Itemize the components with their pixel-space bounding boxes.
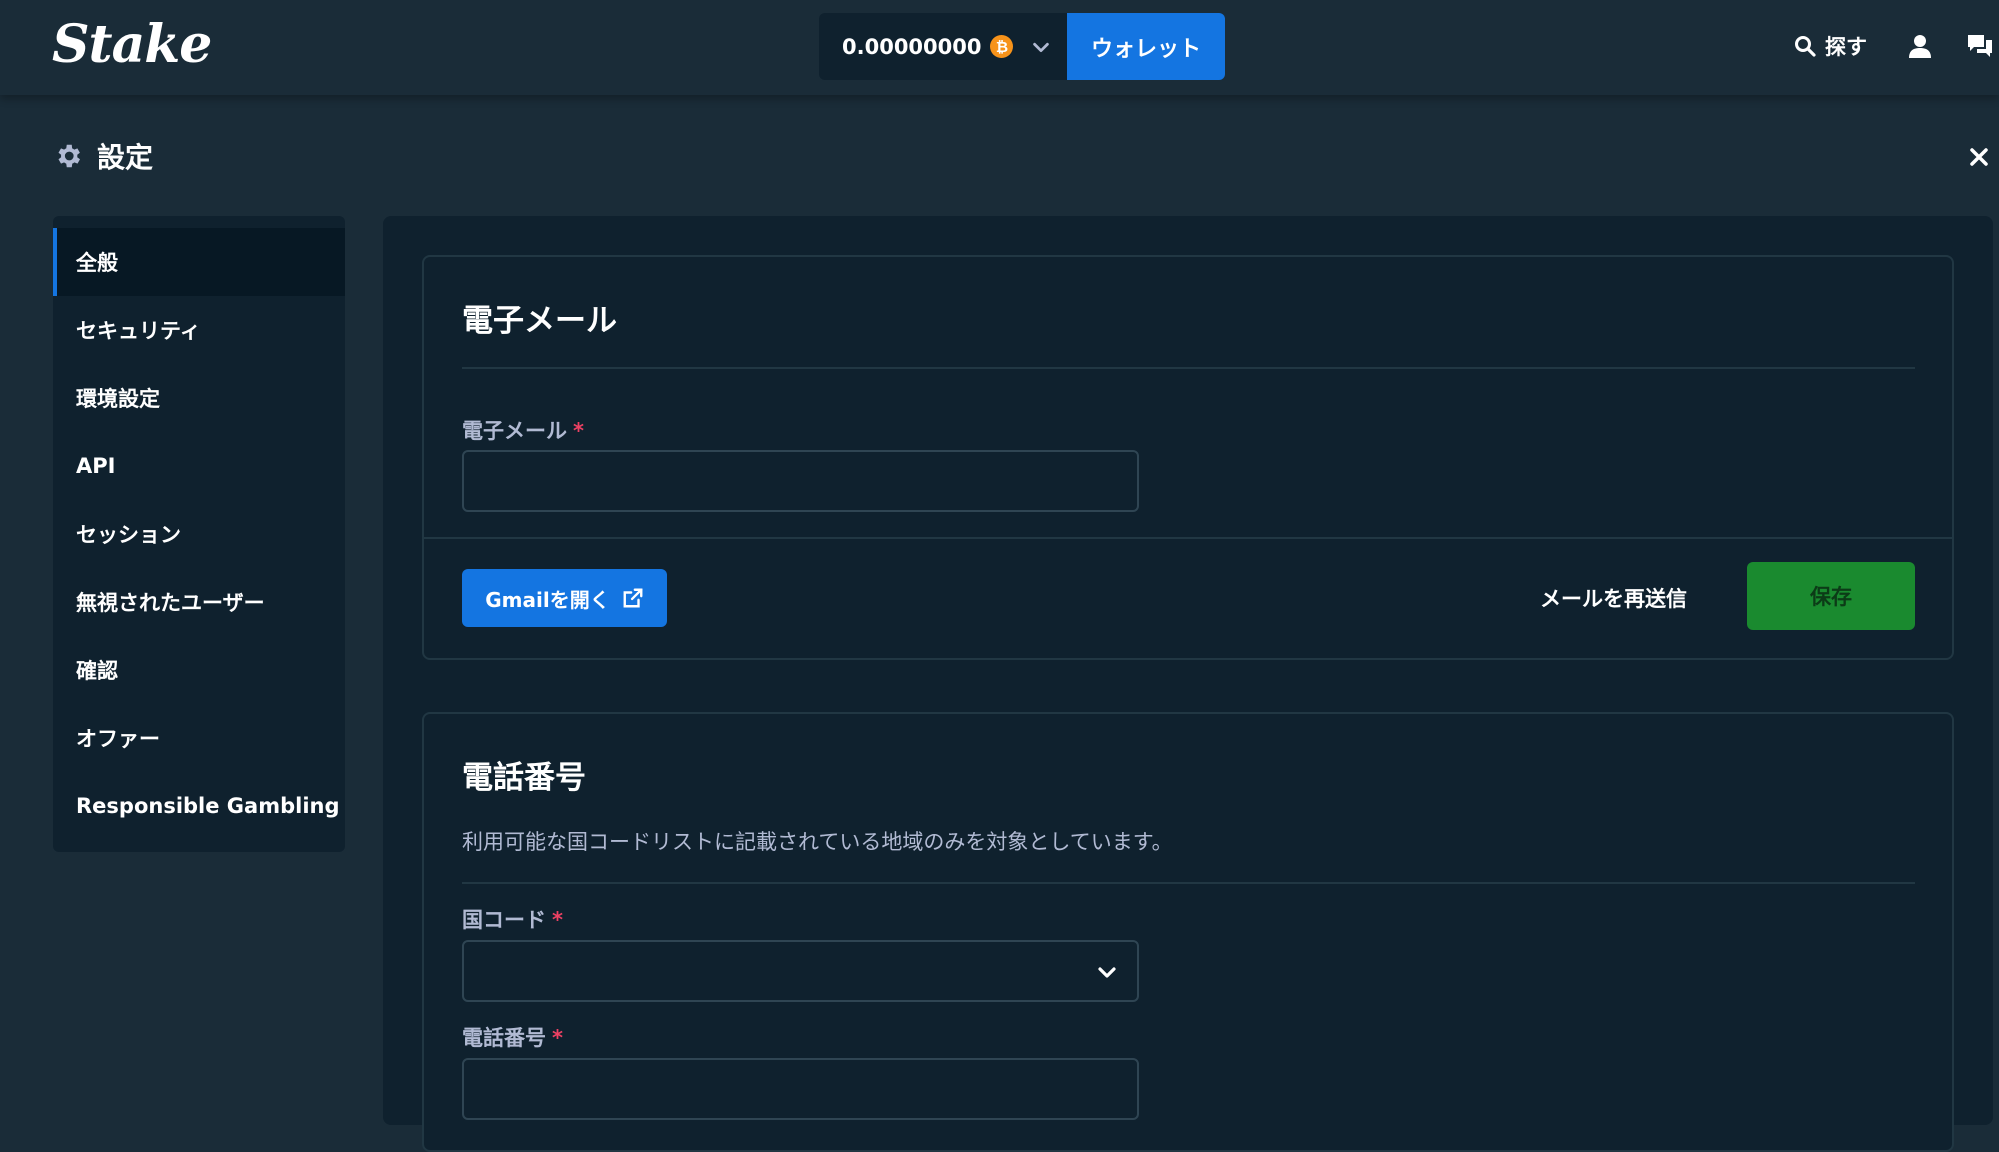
bitcoin-icon: ₿ — [990, 35, 1014, 58]
divider — [424, 537, 1952, 539]
close-icon[interactable] — [1966, 144, 1992, 170]
resend-email-button[interactable]: メールを再送信 — [1540, 579, 1687, 617]
open-gmail-label: Gmailを開く — [485, 587, 610, 612]
search-button[interactable]: 探す — [1793, 28, 1867, 64]
sidebar-item-api[interactable]: API — [53, 432, 345, 500]
email-field-label: 電子メール * — [462, 415, 584, 445]
email-card: 電子メール 電子メール * Gmailを開く メールを再送信 保存 — [422, 255, 1954, 660]
settings-sidebar: 全般 セキュリティ 環境設定 API セッション 無視されたユーザー 確認 オフ… — [53, 216, 345, 852]
sidebar-item-preferences[interactable]: 環境設定 — [53, 364, 345, 432]
settings-content-panel: 電子メール 電子メール * Gmailを開く メールを再送信 保存 電話番号 利用… — [383, 216, 1993, 1152]
divider — [462, 882, 1915, 884]
sidebar-item-general[interactable]: 全般 — [53, 228, 345, 296]
stake-logo[interactable]: Stake — [52, 14, 212, 75]
required-mark: * — [552, 908, 563, 932]
balance-amount: 0.00000000 — [842, 34, 982, 59]
wallet-button[interactable]: ウォレット — [1067, 13, 1225, 80]
save-button[interactable]: 保存 — [1747, 562, 1915, 630]
email-label-text: 電子メール — [462, 419, 567, 443]
chevron-down-icon — [1033, 42, 1050, 52]
email-input[interactable] — [462, 450, 1139, 512]
search-label: 探す — [1825, 35, 1867, 59]
divider — [462, 367, 1915, 369]
phone-number-input[interactable] — [462, 1058, 1139, 1120]
sidebar-item-security[interactable]: セキュリティ — [53, 296, 345, 364]
email-section-title: 電子メール — [462, 303, 617, 339]
settings-header: 設定 — [53, 135, 153, 177]
phone-section-title: 電話番号 — [462, 760, 586, 796]
required-mark: * — [573, 419, 584, 443]
chat-icon[interactable] — [1966, 32, 1994, 60]
sidebar-item-offers[interactable]: オファー — [53, 704, 345, 772]
balance-selector[interactable]: 0.00000000 ₿ — [819, 13, 1067, 80]
external-link-icon — [623, 588, 643, 608]
required-mark: * — [552, 1026, 563, 1050]
phone-number-label: 電話番号 * — [462, 1022, 563, 1052]
gear-icon — [58, 144, 80, 168]
phone-description: 利用可能な国コードリストに記載されている地域のみを対象としています。 — [462, 830, 1173, 854]
sidebar-item-responsible-gambling[interactable]: Responsible Gambling — [53, 772, 345, 840]
chevron-down-icon — [1098, 967, 1116, 978]
country-code-select[interactable] — [462, 940, 1139, 1002]
page-title: 設定 — [97, 141, 154, 174]
top-navigation-bar: Stake 0.00000000 ₿ ウォレット 探す — [0, 0, 1999, 95]
user-icon[interactable] — [1906, 32, 1934, 60]
open-gmail-button[interactable]: Gmailを開く — [462, 569, 667, 627]
phone-label-text: 電話番号 — [462, 1026, 546, 1050]
phone-card: 電話番号 利用可能な国コードリストに記載されている地域のみを対象としています。 … — [422, 712, 1954, 1152]
sidebar-item-ignored-users[interactable]: 無視されたユーザー — [53, 568, 345, 636]
country-code-label: 国コード * — [462, 904, 563, 934]
sidebar-item-verification[interactable]: 確認 — [53, 636, 345, 704]
sidebar-item-sessions[interactable]: セッション — [53, 500, 345, 568]
search-icon — [1795, 36, 1816, 57]
country-code-label-text: 国コード — [462, 908, 546, 932]
